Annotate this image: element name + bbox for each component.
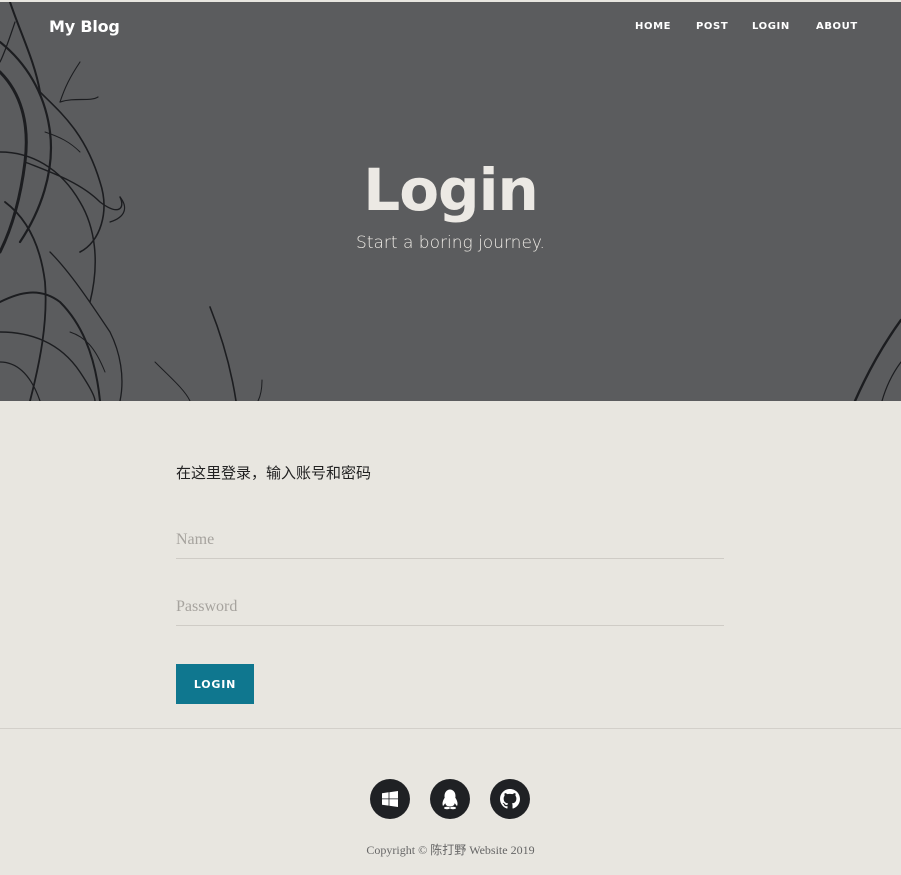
page-subtitle: Start a boring journey.: [356, 233, 545, 253]
footer-divider: [0, 728, 901, 729]
login-button[interactable]: LOGIN: [176, 664, 254, 704]
copyright-text: Copyright © 陈打野 Website 2019: [366, 843, 535, 857]
name-input[interactable]: [176, 522, 724, 559]
password-input[interactable]: [176, 589, 724, 626]
social-link-windows[interactable]: [370, 779, 410, 819]
nav-item-post[interactable]: POST: [696, 21, 728, 32]
nav-item-home[interactable]: HOME: [635, 21, 671, 32]
github-icon: [500, 789, 520, 809]
page-header: My Blog HOME POST LOGIN ABOUT Login Star…: [0, 2, 901, 401]
windows-icon: [382, 791, 398, 807]
nav-item-login[interactable]: LOGIN: [752, 21, 790, 32]
top-nav: HOME POST LOGIN ABOUT: [0, 21, 901, 37]
social-link-github[interactable]: [490, 779, 530, 819]
qq-icon: [442, 789, 458, 810]
page-title: Login: [363, 156, 539, 224]
login-intro-text: 在这里登录，输入账号和密码: [176, 464, 372, 482]
nav-item-about[interactable]: ABOUT: [816, 21, 858, 32]
social-link-qq[interactable]: [430, 779, 470, 819]
